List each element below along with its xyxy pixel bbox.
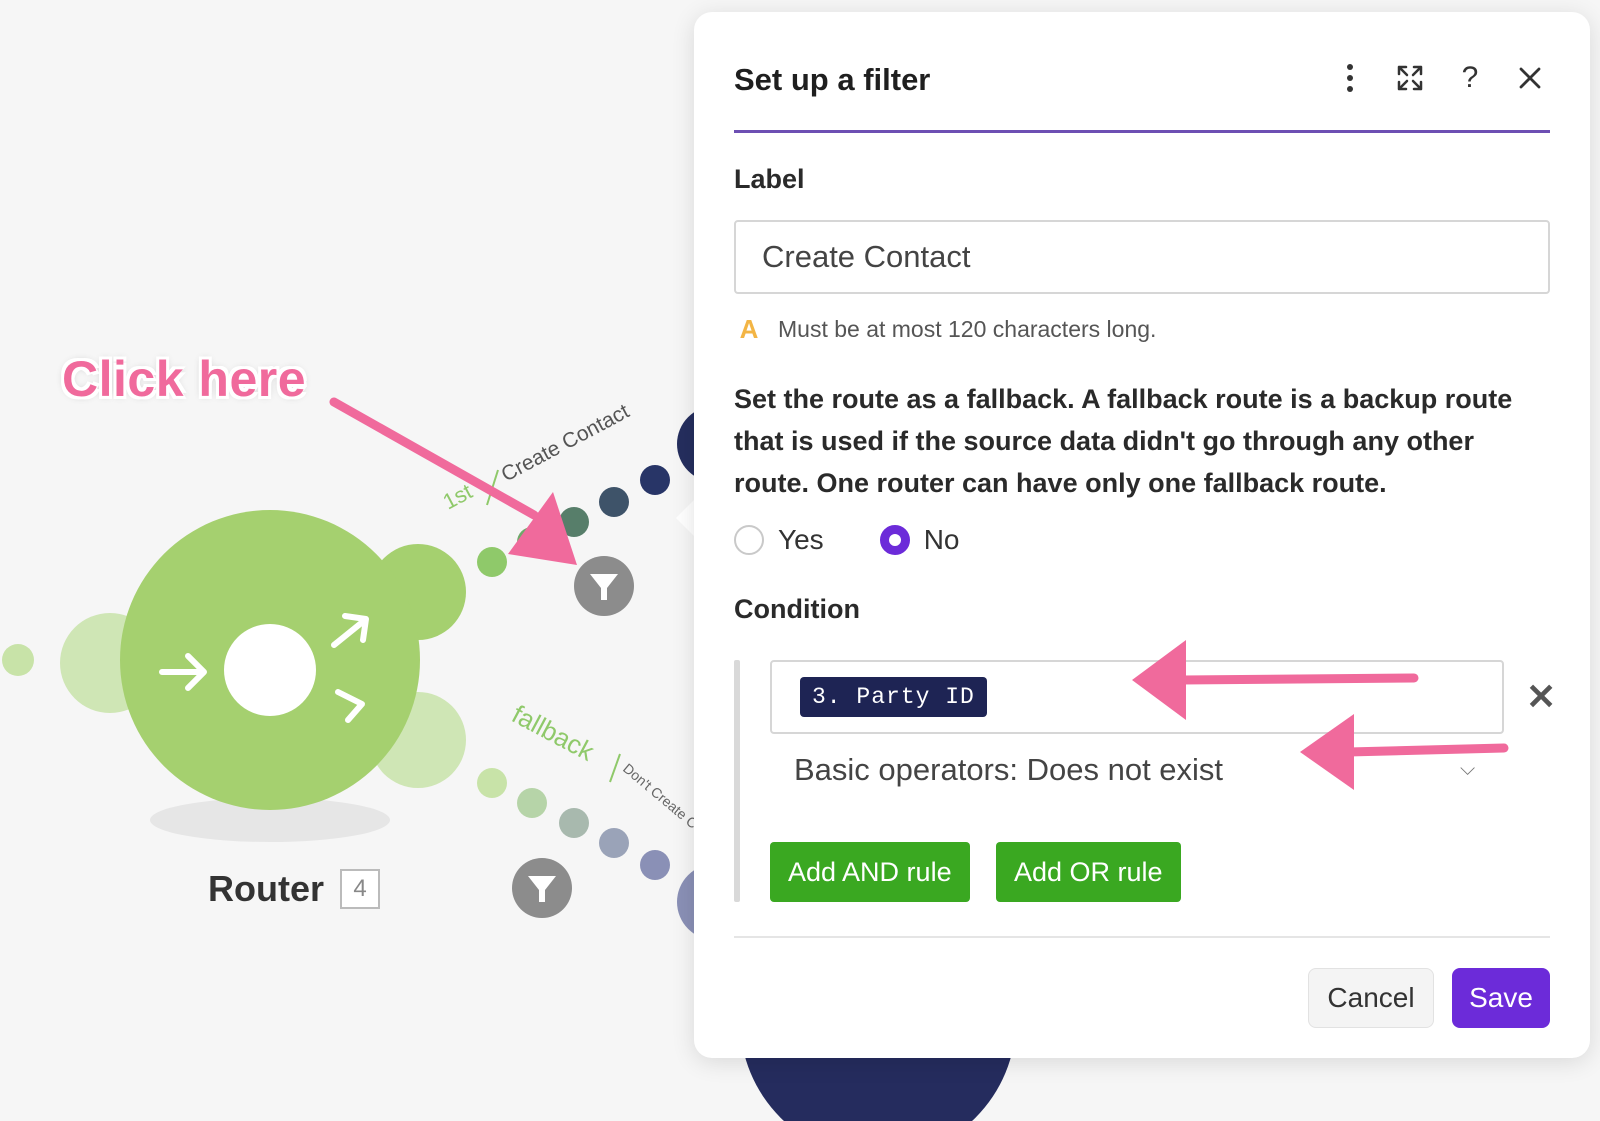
- more-vertical-icon[interactable]: [1330, 58, 1370, 98]
- fallback-yes-label[interactable]: Yes: [778, 524, 824, 556]
- label-hint-text: Must be at most 120 characters long.: [778, 316, 1157, 342]
- connection-dot: [2, 644, 34, 676]
- label-input[interactable]: [734, 220, 1550, 294]
- chevron-down-icon[interactable]: ⌵: [1460, 758, 1475, 781]
- condition-operand-input[interactable]: 3. Party ID: [770, 660, 1504, 734]
- close-icon[interactable]: [1510, 58, 1550, 98]
- remove-condition-icon[interactable]: ✕: [1526, 676, 1556, 718]
- route-name-top: Create Contact: [498, 400, 634, 487]
- cancel-button[interactable]: Cancel: [1308, 968, 1434, 1028]
- route-order-bottom: fallback: [507, 699, 600, 767]
- fallback-description: Set the route as a fallback. A fallback …: [734, 384, 1513, 498]
- footer-divider: [734, 936, 1550, 938]
- help-icon[interactable]: ?: [1450, 58, 1490, 98]
- panel-header: Set up a filter ?: [734, 44, 1550, 133]
- fullscreen-icon[interactable]: [1390, 58, 1430, 98]
- mapped-token-pill[interactable]: 3. Party ID: [800, 677, 987, 717]
- router-center: [224, 624, 316, 716]
- filter-setup-panel: Set up a filter ? Label A Must be at mos…: [694, 12, 1590, 1058]
- condition-group-bar: [734, 660, 740, 902]
- router-name: Router: [208, 868, 324, 909]
- warning-icon: A: [739, 314, 759, 344]
- operator-select[interactable]: Basic operators: Does not exist: [794, 752, 1223, 788]
- add-and-rule-button[interactable]: Add AND rule: [770, 842, 970, 902]
- label-field-label: Label: [734, 164, 805, 194]
- router-id-badge: 4: [340, 869, 380, 909]
- annotation-click-here: Click here: [62, 351, 307, 407]
- label-hint: A Must be at most 120 characters long.: [734, 314, 1157, 345]
- router-label: Router 4: [208, 868, 380, 910]
- fallback-radio-no[interactable]: [879, 525, 910, 555]
- save-button[interactable]: Save: [1452, 968, 1550, 1028]
- panel-title: Set up a filter: [734, 62, 931, 97]
- header-actions: ?: [1330, 58, 1550, 98]
- fallback-radio-group: Yes No: [734, 524, 959, 556]
- fallback-radio-yes[interactable]: [734, 525, 764, 555]
- condition-label: Condition: [734, 594, 860, 624]
- fallback-no-label[interactable]: No: [924, 524, 960, 556]
- add-or-rule-button[interactable]: Add OR rule: [996, 842, 1181, 902]
